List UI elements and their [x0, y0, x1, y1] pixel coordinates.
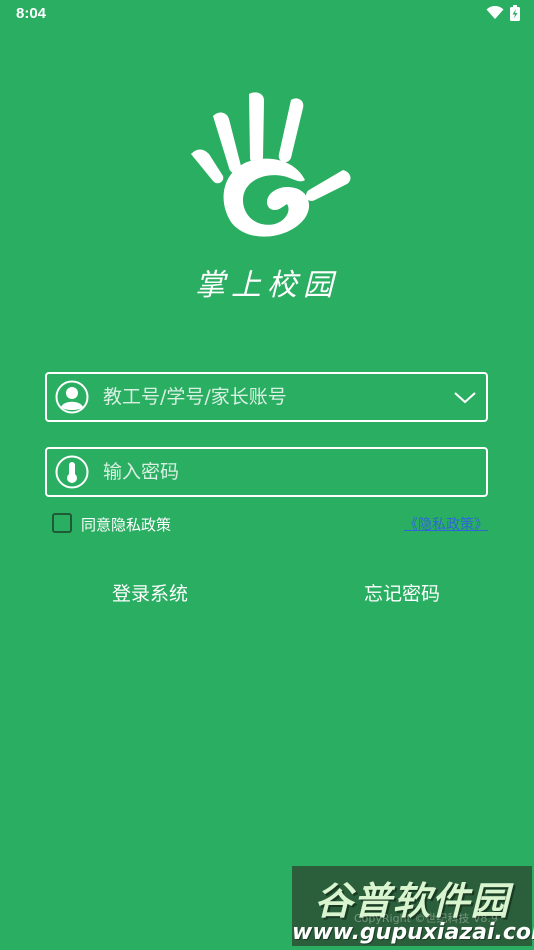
- status-bar: 8:04: [0, 0, 534, 28]
- privacy-policy-link[interactable]: 《隐私政策》: [404, 514, 488, 534]
- lock-icon: [55, 455, 89, 489]
- privacy-row: 同意隐私政策 《隐私政策》: [52, 513, 488, 535]
- app-name: 掌上校园: [195, 268, 339, 303]
- status-time: 8:04: [16, 5, 47, 22]
- chevron-down-icon[interactable]: [452, 384, 478, 410]
- password-field[interactable]: [45, 447, 488, 497]
- wifi-icon: [486, 6, 504, 19]
- login-button[interactable]: 登录系统: [100, 575, 200, 609]
- account-field[interactable]: [45, 372, 488, 422]
- forgot-password-button[interactable]: 忘记密码: [352, 575, 452, 609]
- account-input[interactable]: [103, 374, 452, 420]
- hand-g-logo-icon: [191, 92, 351, 237]
- battery-charging-icon: [510, 5, 520, 21]
- password-input[interactable]: [103, 449, 486, 495]
- privacy-checkbox[interactable]: [52, 513, 72, 533]
- privacy-label: 同意隐私政策: [81, 516, 172, 534]
- user-avatar-icon: [55, 380, 89, 414]
- status-icons: [486, 5, 520, 21]
- watermark-url: www.gupuxiazai.com: [292, 920, 534, 945]
- app-logo: [187, 88, 357, 248]
- watermark: 谷普软件园 CopyRight ©世纪科技 V8.9 www.gupuxiaza…: [292, 866, 534, 946]
